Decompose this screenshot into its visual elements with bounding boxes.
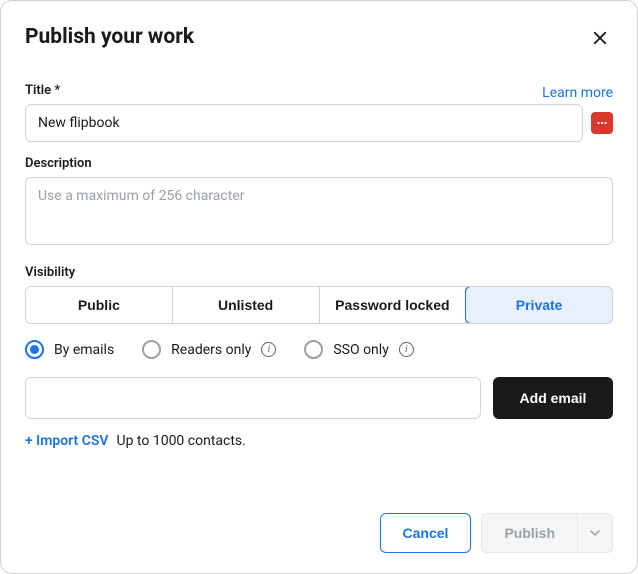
add-email-button[interactable]: Add email <box>493 377 613 419</box>
radio-readers-only[interactable]: Readers only i <box>142 340 276 359</box>
publish-caret-button[interactable] <box>577 513 613 553</box>
cancel-button[interactable]: Cancel <box>380 513 472 553</box>
publish-button[interactable]: Publish <box>481 513 577 553</box>
ellipsis-icon <box>595 116 609 130</box>
modal-header: Publish your work <box>25 25 613 51</box>
radio-label: By emails <box>54 342 114 358</box>
description-label: Description <box>25 156 613 171</box>
description-input[interactable] <box>25 177 613 245</box>
private-mode-radios: By emails Readers only i SSO only i <box>25 340 613 359</box>
modal-footer: Cancel Publish <box>380 513 613 553</box>
email-input[interactable] <box>25 377 481 419</box>
publish-modal: Publish your work Learn more Title * Des… <box>0 0 638 574</box>
modal-title: Publish your work <box>25 25 194 49</box>
learn-more-link[interactable]: Learn more <box>542 85 613 101</box>
info-icon[interactable]: i <box>261 342 276 357</box>
visibility-option-private[interactable]: Private <box>465 286 613 324</box>
visibility-segmented: Public Unlisted Password locked Private <box>25 286 613 324</box>
publish-button-group: Publish <box>481 513 613 553</box>
title-options-badge[interactable] <box>591 112 613 134</box>
visibility-option-password[interactable]: Password locked <box>320 287 467 323</box>
radio-by-emails[interactable]: By emails <box>25 340 114 359</box>
radio-label: SSO only <box>333 342 388 358</box>
close-button[interactable] <box>587 25 613 51</box>
radio-icon <box>142 340 161 359</box>
title-label: Title * <box>25 83 613 98</box>
close-icon <box>591 29 609 47</box>
chevron-down-icon <box>590 530 600 536</box>
radio-icon <box>25 340 44 359</box>
contacts-note: Up to 1000 contacts. <box>117 433 246 449</box>
import-csv-link[interactable]: + Import CSV <box>25 433 109 449</box>
info-icon[interactable]: i <box>399 342 414 357</box>
visibility-option-public[interactable]: Public <box>26 287 173 323</box>
visibility-option-unlisted[interactable]: Unlisted <box>173 287 320 323</box>
radio-icon <box>304 340 323 359</box>
radio-sso-only[interactable]: SSO only i <box>304 340 413 359</box>
visibility-label: Visibility <box>25 265 613 280</box>
radio-label: Readers only <box>171 342 251 358</box>
title-input[interactable] <box>25 104 583 142</box>
